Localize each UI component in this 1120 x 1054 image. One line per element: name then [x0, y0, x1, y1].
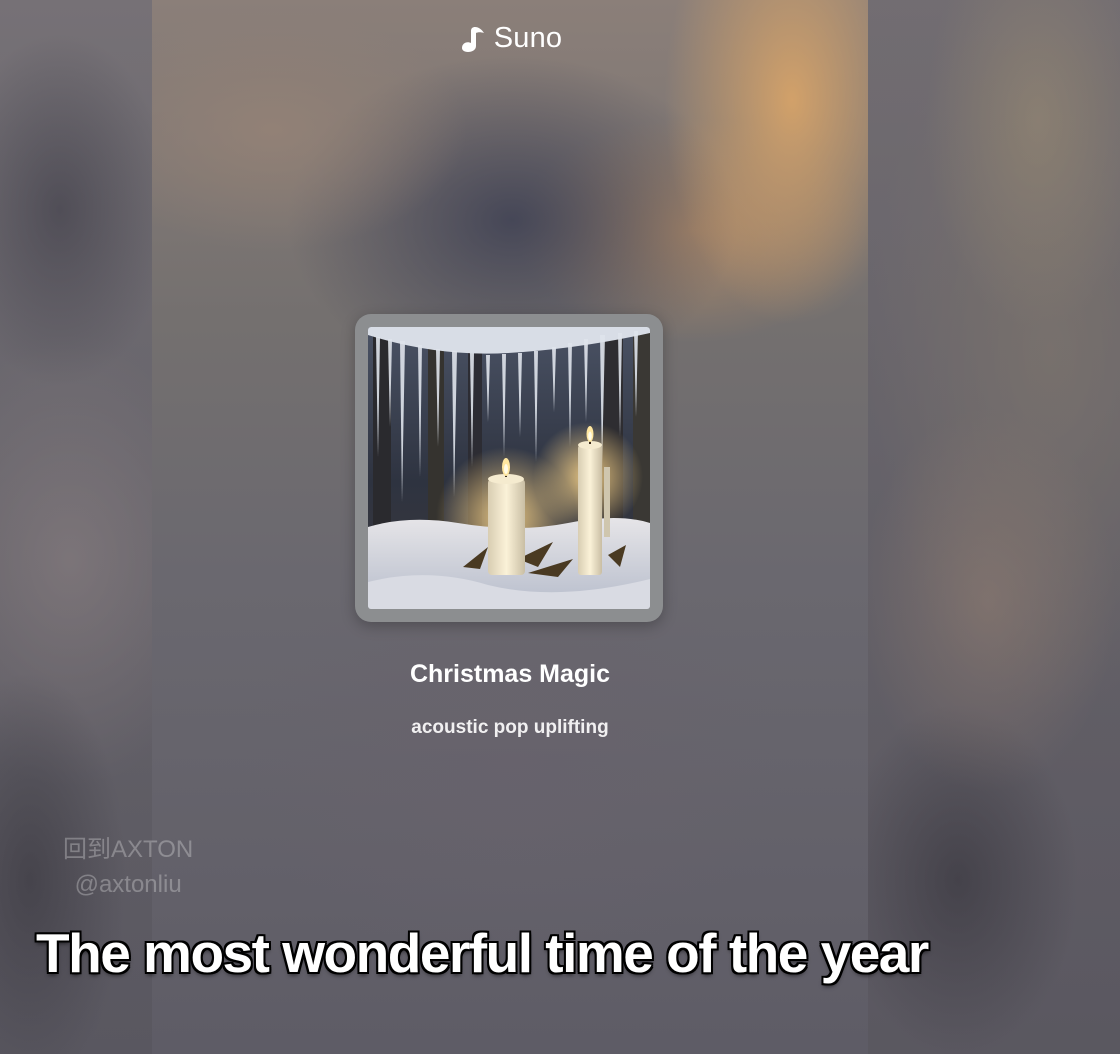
- video-frame: Suno Christmas Magic acoustic pop uplift…: [0, 0, 1120, 1054]
- player-screen: Suno Christmas Magic acoustic pop uplift…: [152, 0, 868, 1054]
- blurred-background-right: [868, 0, 1120, 1054]
- brand-name: Suno: [493, 22, 563, 54]
- watermark-line-2: @axtonliu: [74, 871, 182, 898]
- cover-art-frame[interactable]: [355, 314, 663, 622]
- watermark-line-1: 回到AXTON: [63, 836, 194, 863]
- channel-watermark: 回到AXTON @axtonliu: [63, 832, 193, 902]
- song-style-tags: acoustic pop uplifting: [411, 717, 609, 738]
- video-caption: The most wonderful time of the year: [36, 922, 929, 984]
- music-note-icon: [458, 24, 488, 54]
- cover-art-image: [368, 327, 650, 609]
- suno-logo[interactable]: Suno: [152, 22, 868, 55]
- song-title[interactable]: Christmas Magic: [152, 660, 868, 689]
